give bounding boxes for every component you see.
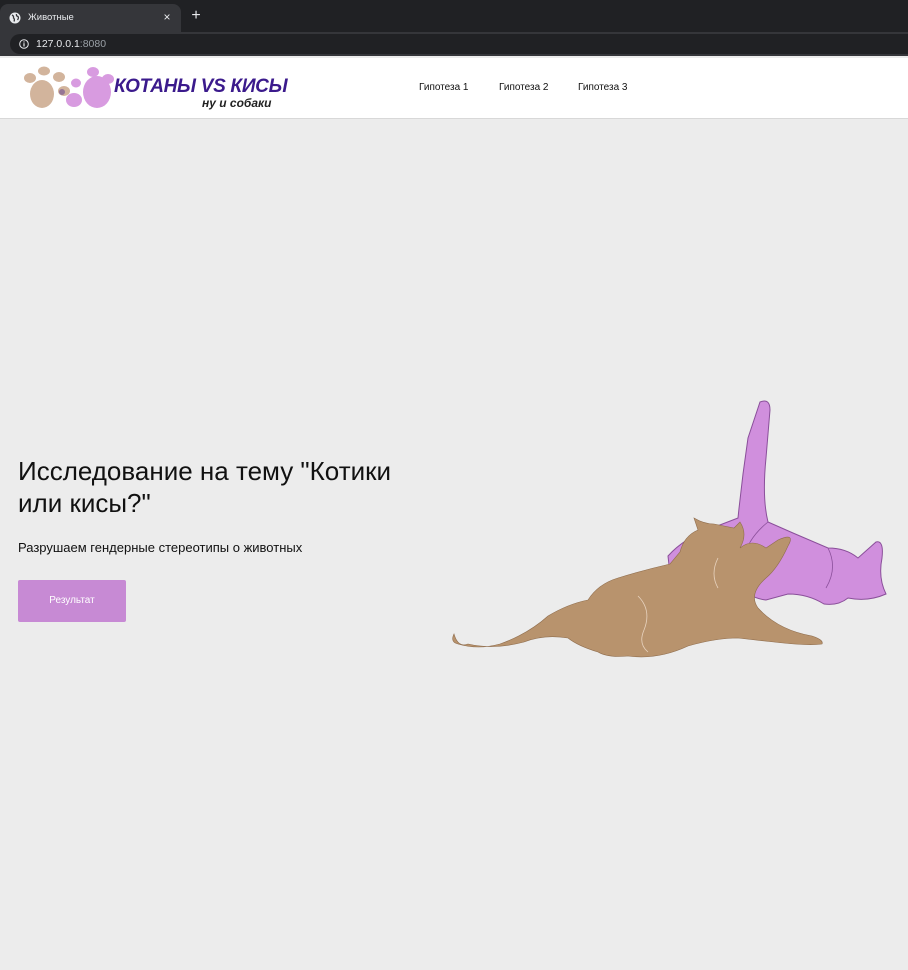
browser-toolbar: 127.0.0.1:8080 xyxy=(0,32,908,56)
logo-title: КОТАНЫ VS КИСЫ xyxy=(114,76,288,97)
browser-tab[interactable]: Животные × xyxy=(0,4,181,32)
info-icon[interactable] xyxy=(19,39,29,49)
nav-link-hypothesis-2[interactable]: Гипотеза 2 xyxy=(499,82,549,93)
hero-subtitle: Разрушаем гендерные стереотипы о животны… xyxy=(18,540,303,555)
logo-subtitle: ну и собаки xyxy=(202,96,272,110)
hero-title: Исследование на тему "Котики или кисы?" xyxy=(18,456,392,518)
result-button[interactable]: Результат xyxy=(18,580,126,622)
nav-link-hypothesis-1[interactable]: Гипотеза 1 xyxy=(419,82,469,93)
address-bar[interactable]: 127.0.0.1:8080 xyxy=(10,34,908,54)
url-port: :8080 xyxy=(79,38,107,50)
nav-link-hypothesis-3[interactable]: Гипотеза 3 xyxy=(578,82,628,93)
browser-tab-bar: Животные × + xyxy=(0,0,908,32)
paw-prints-icon xyxy=(24,66,114,108)
globe-icon xyxy=(9,12,21,24)
url-text[interactable]: 127.0.0.1:8080 xyxy=(36,37,106,51)
site-logo[interactable]: КОТАНЫ VS КИСЫ ну и собаки xyxy=(22,64,288,114)
new-tab-button[interactable]: + xyxy=(188,8,204,24)
tab-title: Животные xyxy=(28,12,74,23)
site-header: КОТАНЫ VS КИСЫ ну и собаки Гипотеза 1 Ги… xyxy=(0,58,908,119)
tab-close-button[interactable]: × xyxy=(160,10,174,24)
url-host: 127.0.0.1 xyxy=(36,38,80,50)
cats-illustration xyxy=(452,400,887,658)
